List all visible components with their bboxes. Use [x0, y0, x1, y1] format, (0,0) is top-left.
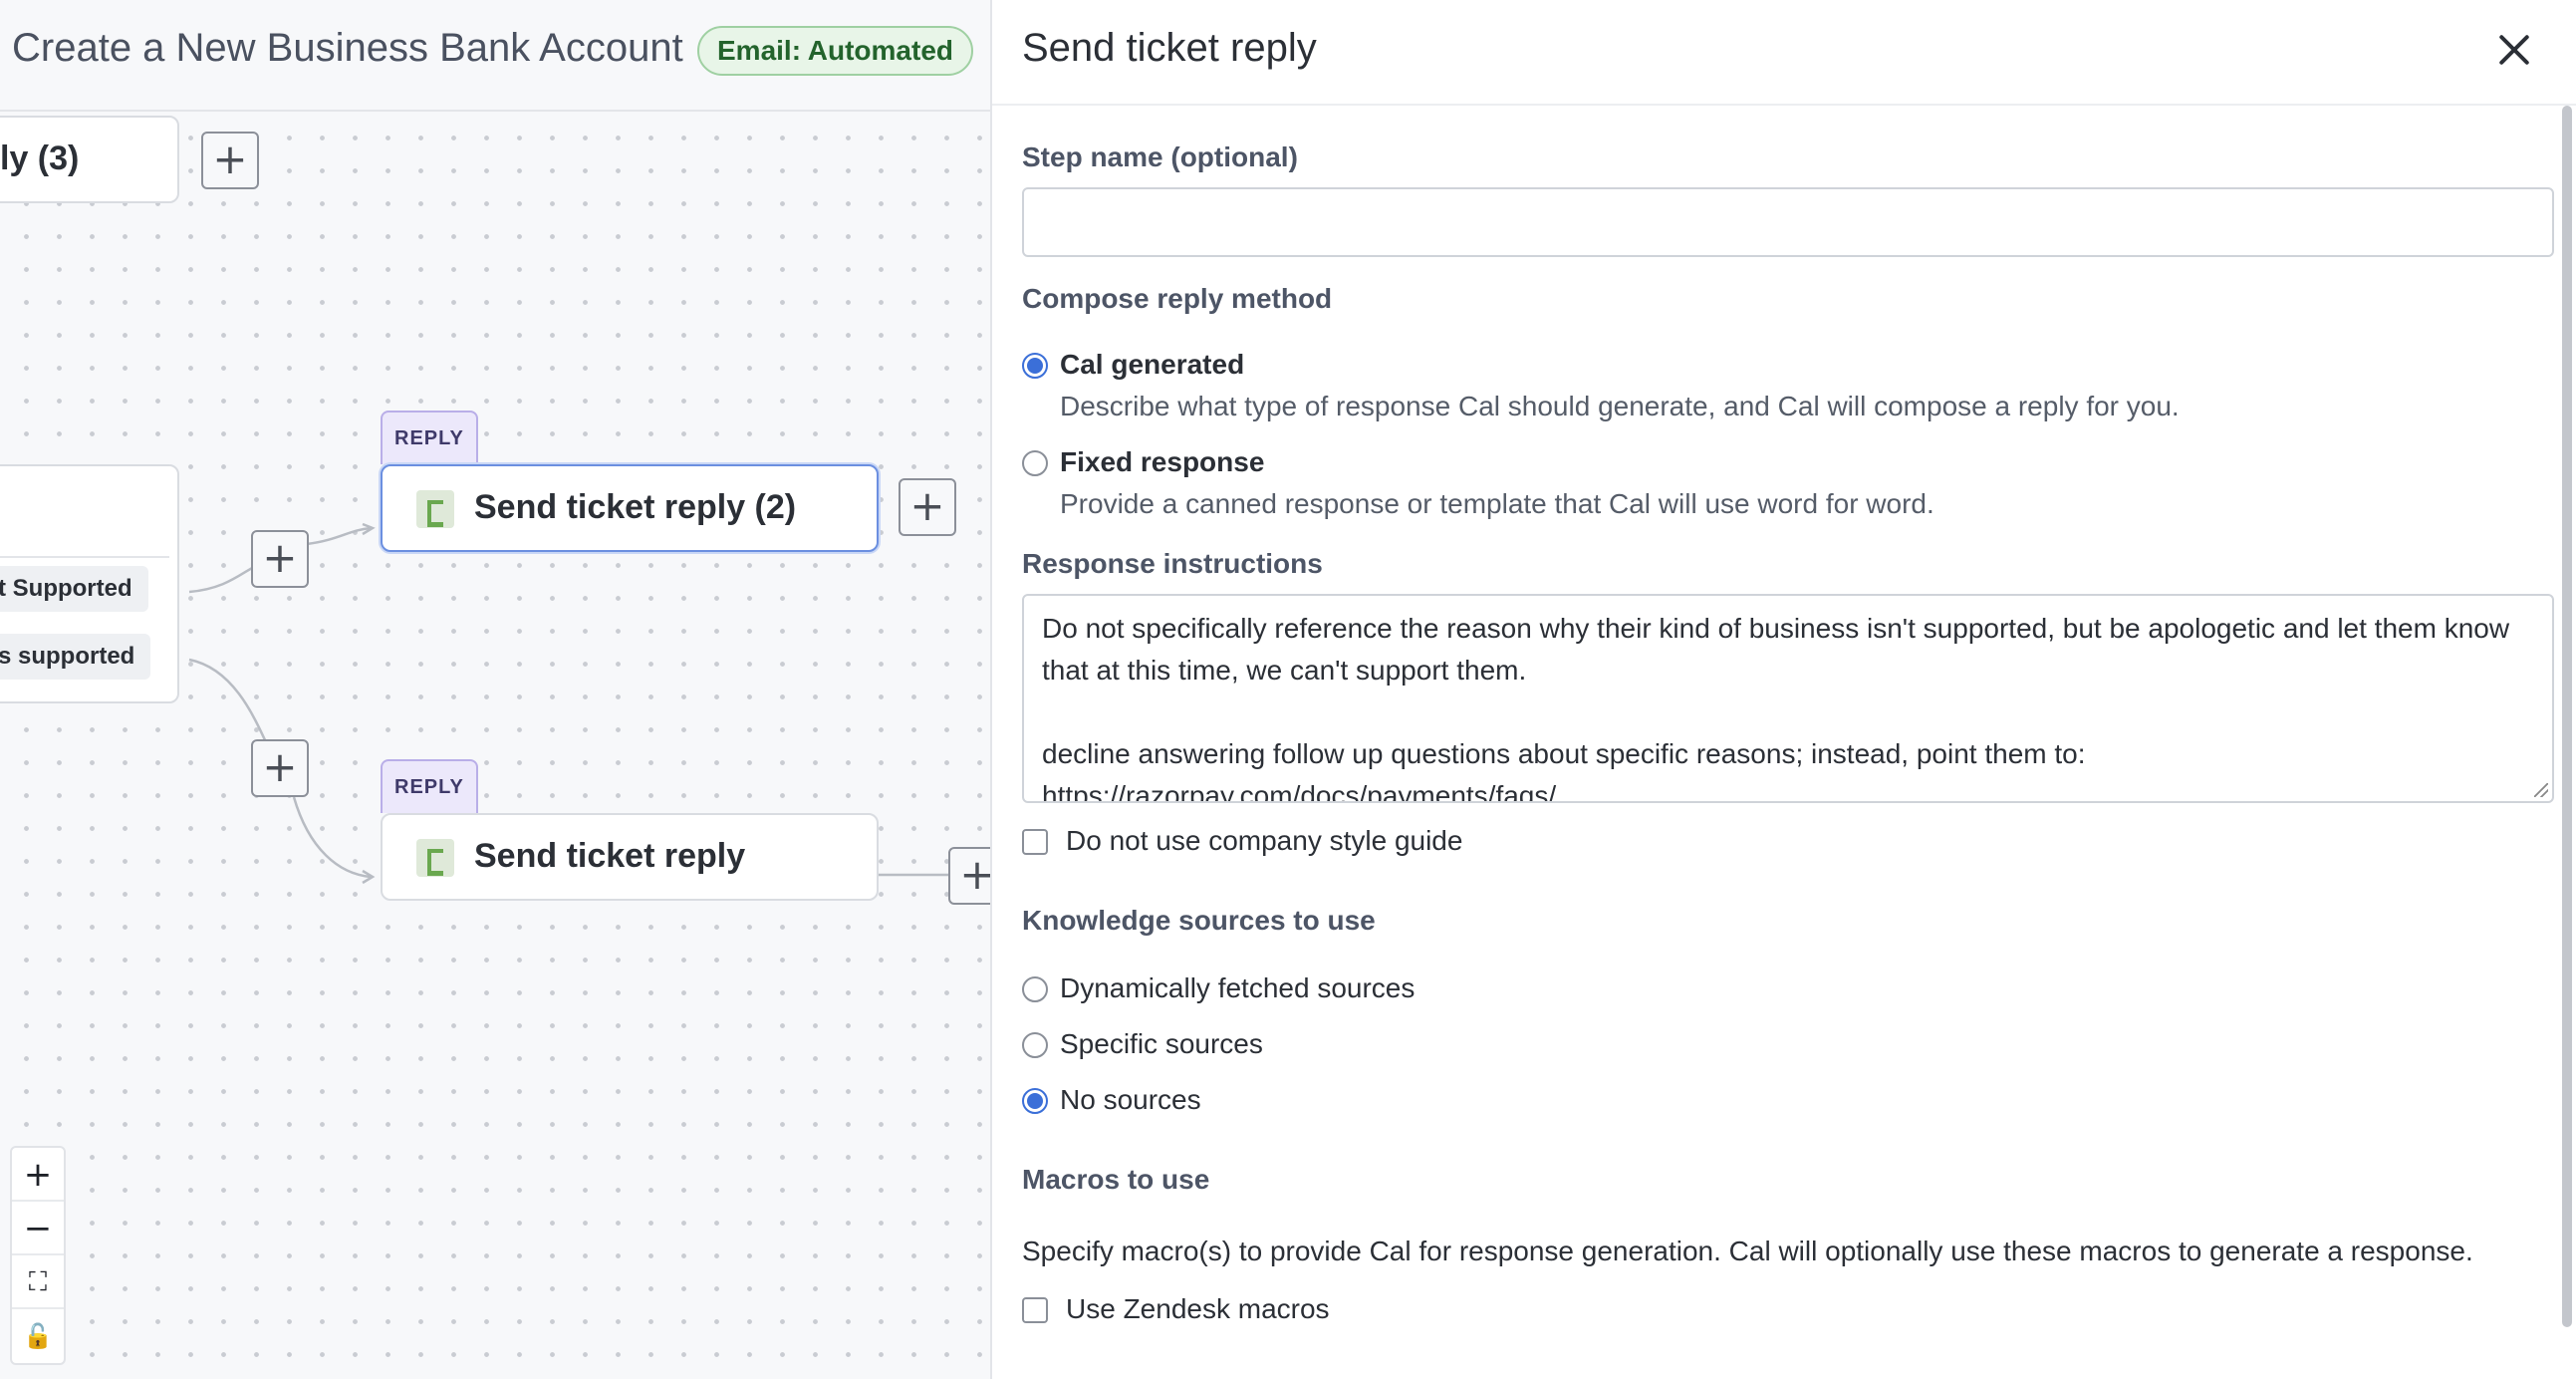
add-step-button[interactable]: +	[251, 739, 309, 797]
step-config-panel: Send ticket reply Step name (optional) C…	[990, 0, 2576, 1379]
textarea-line: Do not specifically reference the reason…	[1042, 613, 2510, 644]
fit-view-button[interactable]: ⛶	[12, 1255, 64, 1309]
reply-node[interactable]: Send ticket reply	[381, 813, 879, 901]
channel-badge: Email: Automated	[697, 26, 973, 76]
workflow-title: Create a New Business Bank Account	[12, 26, 683, 70]
step-name-input[interactable]	[1022, 187, 2554, 257]
zoom-controls: + − ⛶ 🔓	[10, 1146, 66, 1365]
panel-header: Send ticket reply	[992, 0, 2576, 106]
reply-tag: REPLY	[381, 411, 478, 464]
add-step-button[interactable]: +	[899, 478, 956, 536]
radio-specific-sources[interactable]	[1022, 1032, 1048, 1058]
node-title: Send ticket reply (2)	[474, 488, 797, 526]
textarea-line: decline answering follow up questions ab…	[1042, 738, 2086, 769]
step-name-label: Step name (optional)	[1022, 141, 1298, 172]
reply-tag: REPLY	[381, 759, 478, 813]
textarea-line	[1042, 691, 2534, 733]
radio-description: Describe what type of response Cal shoul…	[1060, 391, 2180, 421]
radio-label: Cal generated	[1060, 349, 1245, 380]
panel-scrollbar[interactable]	[2562, 106, 2572, 1327]
reply-step-icon	[416, 490, 454, 528]
radio-description: Provide a canned response or template th…	[1060, 488, 1934, 519]
radio-label: No sources	[1060, 1084, 1201, 1115]
reply-node-selected[interactable]: Send ticket reply (2)	[381, 464, 879, 552]
workflow-canvas[interactable]: ly (3) + t Supported s supported + + REP…	[0, 112, 990, 1379]
close-icon[interactable]	[2494, 30, 2534, 70]
textarea-line: https://razorpay.com/docs/payments/faqs/	[1042, 780, 1557, 803]
radio-label: Dynamically fetched sources	[1060, 972, 1416, 1003]
compose-method-label: Compose reply method	[1022, 283, 1333, 314]
divider	[0, 556, 169, 558]
zendesk-macros-checkbox-label: Use Zendesk macros	[1066, 1293, 1330, 1324]
style-guide-checkbox[interactable]	[1022, 829, 1048, 855]
radio-label: Specific sources	[1060, 1028, 1263, 1059]
resize-handle-icon[interactable]	[2534, 783, 2548, 797]
workflow-node[interactable]: ly (3)	[0, 116, 179, 203]
add-step-button[interactable]: +	[251, 530, 309, 588]
connector-lines	[188, 522, 954, 885]
workflow-header: Create a New Business Bank Account Email…	[0, 0, 990, 112]
reply-step-icon	[416, 839, 454, 877]
node-title: Send ticket reply	[474, 837, 746, 875]
branch-chip[interactable]: t Supported	[0, 566, 148, 612]
zoom-in-button[interactable]: +	[12, 1148, 64, 1202]
branch-chip[interactable]: s supported	[0, 634, 151, 680]
lock-button[interactable]: 🔓	[12, 1309, 64, 1363]
connector-line	[292, 796, 372, 879]
knowledge-sources-label: Knowledge sources to use	[1022, 905, 1376, 936]
response-instructions-textarea[interactable]: Do not specifically reference the reason…	[1022, 594, 2554, 803]
style-guide-checkbox-label: Do not use company style guide	[1066, 825, 1463, 856]
zoom-out-button[interactable]: −	[12, 1202, 64, 1255]
add-step-button[interactable]: +	[948, 847, 990, 905]
panel-title: Send ticket reply	[1022, 26, 1317, 70]
macros-description: Specify macro(s) to provide Cal for resp…	[1022, 1236, 2473, 1266]
radio-button[interactable]	[1022, 353, 1048, 379]
node-title: ly (3)	[0, 139, 80, 177]
response-instructions-label: Response instructions	[1022, 548, 1323, 579]
macros-label: Macros to use	[1022, 1164, 1210, 1195]
textarea-line: that at this time, we can't support them…	[1042, 655, 1527, 686]
connector-line	[306, 526, 372, 546]
add-step-button[interactable]: +	[201, 132, 259, 189]
radio-label: Fixed response	[1060, 446, 1265, 477]
radio-no-sources[interactable]	[1022, 1088, 1048, 1114]
radio-button[interactable]	[1022, 450, 1048, 476]
zendesk-macros-checkbox[interactable]	[1022, 1297, 1048, 1323]
radio-dynamic-sources[interactable]	[1022, 976, 1048, 1002]
